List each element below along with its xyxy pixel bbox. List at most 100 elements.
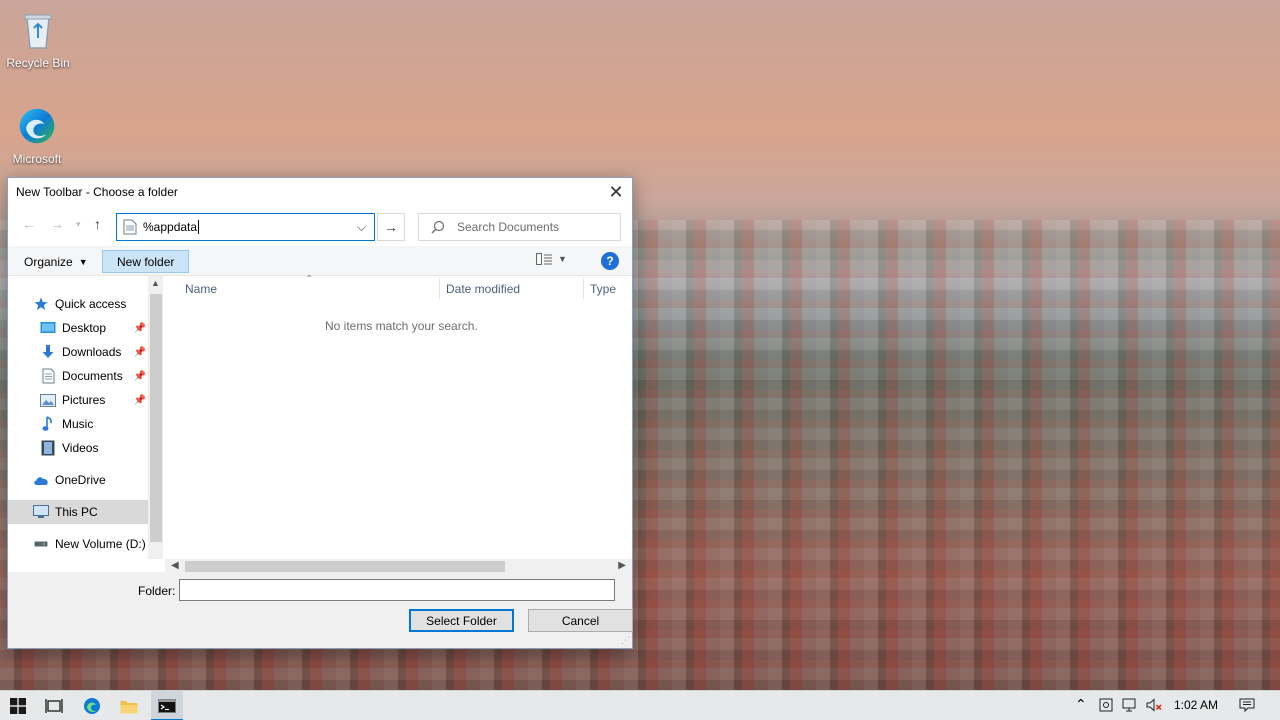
pictures-icon	[40, 392, 56, 408]
edge-icon	[17, 104, 57, 148]
file-explorer-icon[interactable]	[119, 696, 139, 716]
empty-results-message: No items match your search.	[325, 319, 478, 333]
chevron-down-icon: ▼	[78, 256, 88, 267]
command-prompt-icon[interactable]	[157, 696, 177, 716]
new-folder-button[interactable]: New folder	[102, 250, 190, 273]
star-icon	[33, 296, 49, 312]
details-view-icon	[536, 253, 552, 265]
clock[interactable]: 1:02 AM	[1174, 698, 1218, 712]
organize-button[interactable]: Organize ▼	[18, 250, 94, 273]
nav-item-music[interactable]: Music	[8, 412, 148, 436]
folder-label: Folder:	[138, 584, 176, 598]
edge-icon[interactable]	[82, 696, 102, 716]
dialog-title: New Toolbar - Choose a folder	[16, 185, 178, 199]
column-header-date-modified[interactable]: Date modified	[446, 282, 520, 302]
nav-item-documents[interactable]: Documents 📌	[8, 364, 148, 388]
nav-item-label: New Volume (D:)	[55, 537, 146, 551]
nav-item-pictures[interactable]: Pictures 📌	[8, 388, 148, 412]
nav-item-label: OneDrive	[55, 473, 106, 487]
pin-icon: 📌	[133, 322, 146, 334]
desktop-icon-edge[interactable]: Microsoft	[0, 104, 74, 166]
scroll-left-arrow-icon[interactable]: ◀	[171, 560, 179, 571]
search-placeholder: Search Documents	[457, 220, 560, 234]
nav-item-label: Downloads	[62, 345, 122, 359]
nav-item-desktop[interactable]: Desktop 📌	[8, 316, 148, 340]
document-icon	[123, 219, 137, 235]
desktop-icon-label: Recycle Bin	[6, 56, 70, 70]
nav-item-quick-access[interactable]: Quick access	[8, 292, 148, 316]
nav-item-onedrive[interactable]: OneDrive	[8, 468, 148, 492]
volume-muted-icon[interactable]	[1146, 698, 1162, 715]
dialog-titlebar[interactable]: New Toolbar - Choose a folder ✕	[8, 178, 632, 206]
drive-icon	[33, 536, 49, 552]
nav-item-label: Music	[62, 417, 94, 431]
nav-item-new-volume[interactable]: New Volume (D:)	[8, 532, 148, 556]
column-divider[interactable]	[439, 278, 440, 300]
chevron-up-icon[interactable]: ⌃	[1075, 696, 1087, 713]
column-divider[interactable]	[583, 278, 584, 300]
nav-item-videos[interactable]: Videos	[8, 436, 148, 460]
nav-item-label: Documents	[62, 369, 123, 383]
pin-icon: 📌	[133, 370, 146, 382]
select-folder-button[interactable]: Select Folder	[409, 609, 514, 632]
help-icon[interactable]: ?	[601, 252, 619, 270]
address-value: %appdata	[143, 220, 198, 234]
scroll-right-arrow-icon[interactable]: ▶	[618, 560, 626, 571]
chevron-down-icon: ▼	[558, 254, 567, 264]
organize-label: Organize	[24, 254, 73, 269]
download-arrow-icon	[40, 344, 56, 360]
desktop-icon-recycle-bin[interactable]: Recycle Bin	[1, 8, 75, 70]
search-icon	[431, 220, 445, 234]
pin-icon: 📌	[133, 346, 146, 358]
text-caret	[198, 220, 200, 234]
scrollbar-thumb[interactable]	[150, 294, 162, 542]
taskbar: ⌃ 1:02 AM	[0, 690, 1280, 720]
nav-item-label: This PC	[55, 505, 98, 519]
pin-icon: 📌	[133, 394, 146, 406]
recent-locations-chevron-icon[interactable]: ▾	[76, 219, 81, 230]
nav-item-label: Desktop	[62, 321, 107, 335]
nav-pane-scrollbar[interactable]: ▲	[148, 276, 163, 559]
change-view-button[interactable]: ▼	[536, 253, 567, 265]
network-icon[interactable]	[1122, 698, 1138, 715]
choose-folder-dialog: New Toolbar - Choose a folder ✕ ← → ▾ ↑ …	[7, 177, 633, 649]
navigation-pane: Quick access Desktop 📌 Downloads 📌 Docum…	[8, 276, 163, 559]
go-arrow-button[interactable]: →	[377, 213, 405, 241]
nav-item-label: Pictures	[62, 393, 106, 407]
computer-icon	[33, 504, 49, 520]
recycle-bin-icon	[18, 8, 58, 52]
column-header-type[interactable]: Type	[590, 282, 616, 302]
desktop-icon-label: Microsoft	[12, 152, 62, 166]
nav-item-this-pc[interactable]: This PC	[8, 500, 148, 524]
search-input[interactable]: Search Documents	[418, 213, 621, 241]
desktop-folder-icon	[40, 320, 56, 336]
column-header-name[interactable]: Name	[185, 282, 217, 302]
forward-arrow-icon[interactable]: →	[50, 216, 64, 232]
dialog-footer: Folder: Select Folder Cancel ⋰	[8, 572, 633, 648]
folder-field[interactable]	[179, 579, 615, 601]
nav-item-label: Quick access	[55, 297, 127, 311]
address-bar-input[interactable]: %appdata ⌵	[116, 213, 375, 241]
resize-grip-icon[interactable]: ⋰	[621, 635, 630, 646]
location-icon[interactable]	[1099, 698, 1113, 715]
command-bar: Organize ▼ New folder ▼ ?	[8, 246, 632, 276]
back-arrow-icon[interactable]: ←	[22, 216, 36, 232]
documents-icon	[40, 368, 56, 384]
address-row: ← → ▾ ↑ %appdata ⌵ → Search Documents	[8, 206, 632, 246]
task-view-icon[interactable]	[44, 696, 64, 716]
music-note-icon	[40, 416, 56, 432]
file-list-pane: ⌃ Name Date modified Type No items match…	[165, 274, 632, 559]
nav-item-downloads[interactable]: Downloads 📌	[8, 340, 148, 364]
up-arrow-icon[interactable]: ↑	[94, 216, 101, 232]
chevron-down-icon[interactable]: ⌵	[357, 220, 366, 235]
notifications-icon[interactable]	[1239, 698, 1255, 715]
browser-area: Quick access Desktop 📌 Downloads 📌 Docum…	[8, 274, 632, 575]
cloud-icon	[33, 472, 49, 488]
sort-ascending-icon: ⌃	[305, 274, 314, 285]
video-film-icon	[40, 440, 56, 456]
windows-start-icon[interactable]	[8, 696, 28, 716]
scroll-up-arrow-icon[interactable]: ▲	[151, 278, 160, 288]
cancel-button[interactable]: Cancel	[528, 609, 633, 632]
nav-item-label: Videos	[62, 441, 99, 455]
close-icon[interactable]: ✕	[600, 178, 632, 206]
